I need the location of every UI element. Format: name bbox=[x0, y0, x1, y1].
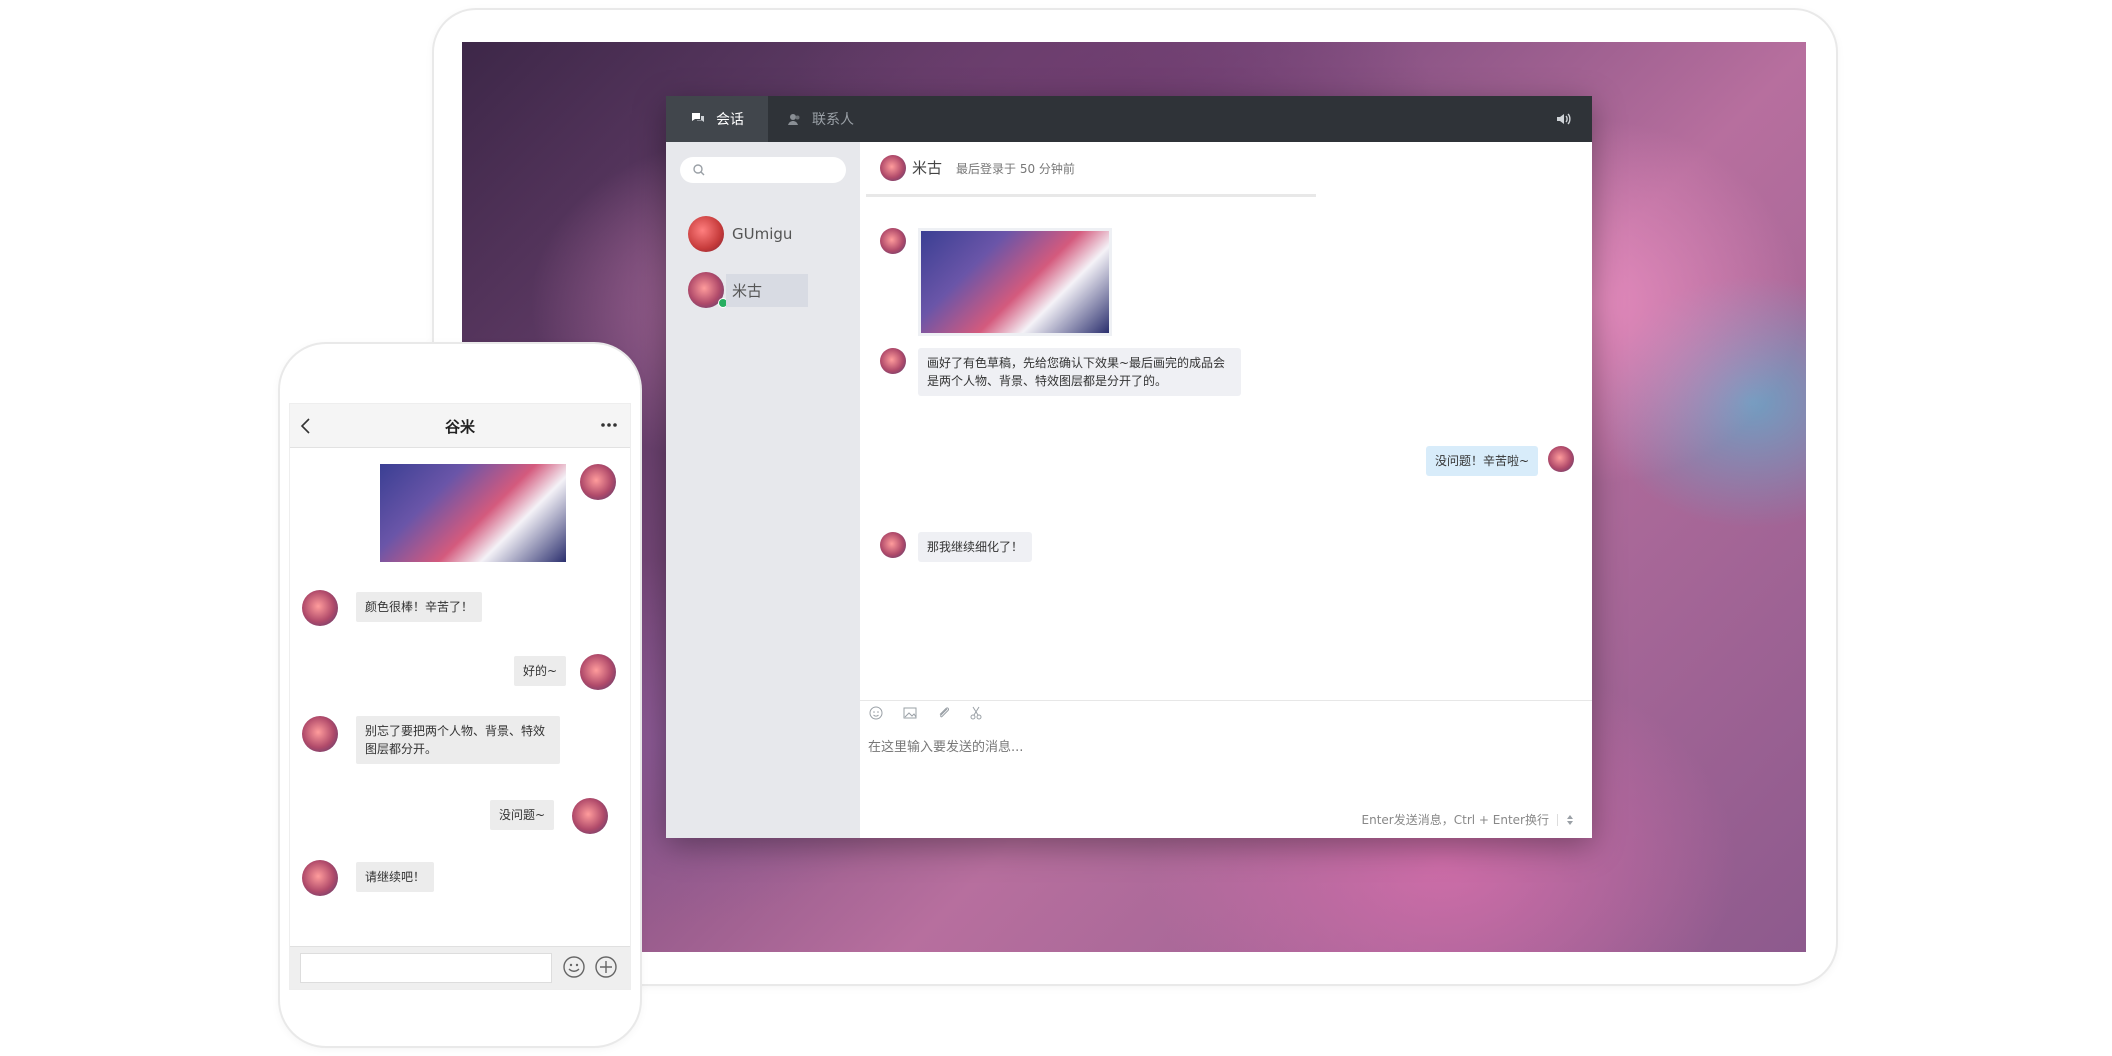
message-bubble-own: 好的~ bbox=[514, 656, 567, 686]
message-bubble: 颜色很棒！辛苦了！ bbox=[356, 592, 483, 622]
input-toolbar bbox=[860, 700, 1592, 721]
message-bubble: 那我继续细化了！ bbox=[918, 532, 1033, 562]
search-box[interactable] bbox=[680, 157, 846, 183]
send-hint: Enter发送消息，Ctrl + Enter换行 bbox=[1362, 811, 1574, 828]
contact-item-gumigu[interactable]: GUmigu bbox=[666, 206, 860, 262]
phone-chat-screen: 谷米 颜色很棒！辛苦了！ 好的~ 别忘了要把两个人物、背景、特效图层都分开。 没… bbox=[289, 403, 631, 990]
image-icon[interactable] bbox=[902, 705, 918, 721]
contacts-icon bbox=[788, 114, 800, 125]
send-hint-text: Enter发送消息，Ctrl + Enter换行 bbox=[1361, 813, 1549, 827]
phone-input-bar bbox=[290, 946, 630, 989]
plus-icon[interactable] bbox=[594, 955, 618, 979]
image-message[interactable] bbox=[380, 464, 566, 562]
image-message[interactable] bbox=[918, 228, 1112, 336]
sort-toggle-icon[interactable] bbox=[1566, 814, 1574, 826]
tab-conversations[interactable]: 会话 bbox=[666, 96, 768, 142]
avatar bbox=[572, 798, 608, 834]
avatar bbox=[1548, 446, 1574, 472]
top-bar: 会话 联系人 bbox=[666, 96, 1592, 142]
scissors-icon[interactable] bbox=[968, 705, 984, 721]
emoji-icon[interactable] bbox=[562, 955, 586, 979]
contact-name: 米古 bbox=[726, 273, 808, 307]
chat-title: 谷米 bbox=[444, 418, 475, 436]
tab-contacts[interactable]: 联系人 bbox=[762, 96, 878, 142]
search-icon bbox=[693, 164, 705, 176]
tab-conversations-label: 会话 bbox=[716, 112, 744, 128]
contact-name: GUmigu bbox=[732, 225, 793, 243]
contact-item-migu[interactable]: 米古 bbox=[666, 262, 860, 318]
avatar bbox=[580, 654, 616, 690]
message-bubble: 别忘了要把两个人物、背景、特效图层都分开。 bbox=[356, 716, 560, 764]
message-bubble-own: 没问题~ bbox=[490, 800, 555, 830]
message-bubble-own: 没问题！辛苦啦~ bbox=[1426, 446, 1539, 476]
chat-header: 米古 最后登录于 50 分钟前 bbox=[866, 142, 1316, 197]
desktop-chat-window: 会话 联系人 GUmigu 米古 米古 最后登录于 50 分钟前 画好了有色草稿… bbox=[666, 96, 1592, 838]
divider bbox=[1557, 813, 1558, 826]
avatar bbox=[880, 155, 906, 181]
phone-message-input[interactable] bbox=[300, 953, 552, 983]
speaker-icon[interactable] bbox=[1554, 110, 1572, 128]
message-input[interactable]: 在这里输入要发送的消息... bbox=[868, 736, 1023, 755]
attachment-icon[interactable] bbox=[936, 705, 952, 721]
message-bubble: 请继续吧！ bbox=[356, 862, 435, 892]
avatar bbox=[302, 860, 338, 896]
phone-header: 谷米 bbox=[290, 404, 630, 448]
avatar bbox=[880, 532, 906, 558]
chat-bubbles-icon bbox=[692, 113, 704, 122]
message-bubble: 画好了有色草稿，先给您确认下效果~最后画完的成品会是两个人物、背景、特效图层都是… bbox=[918, 348, 1241, 396]
avatar bbox=[302, 590, 338, 626]
avatar bbox=[880, 228, 906, 254]
last-login-status: 最后登录于 50 分钟前 bbox=[956, 162, 1075, 176]
avatar bbox=[688, 216, 724, 252]
contacts-sidebar: GUmigu 米古 bbox=[666, 142, 860, 838]
tab-contacts-label: 联系人 bbox=[812, 112, 854, 128]
search-input[interactable] bbox=[710, 161, 840, 181]
chat-panel: 米古 最后登录于 50 分钟前 画好了有色草稿，先给您确认下效果~最后画完的成品… bbox=[860, 142, 1592, 838]
avatar bbox=[880, 348, 906, 374]
more-dots-icon[interactable] bbox=[600, 418, 618, 432]
avatar bbox=[302, 716, 338, 752]
emoji-icon[interactable] bbox=[868, 705, 884, 721]
avatar bbox=[580, 464, 616, 500]
chat-contact-name: 米古 bbox=[912, 159, 943, 177]
